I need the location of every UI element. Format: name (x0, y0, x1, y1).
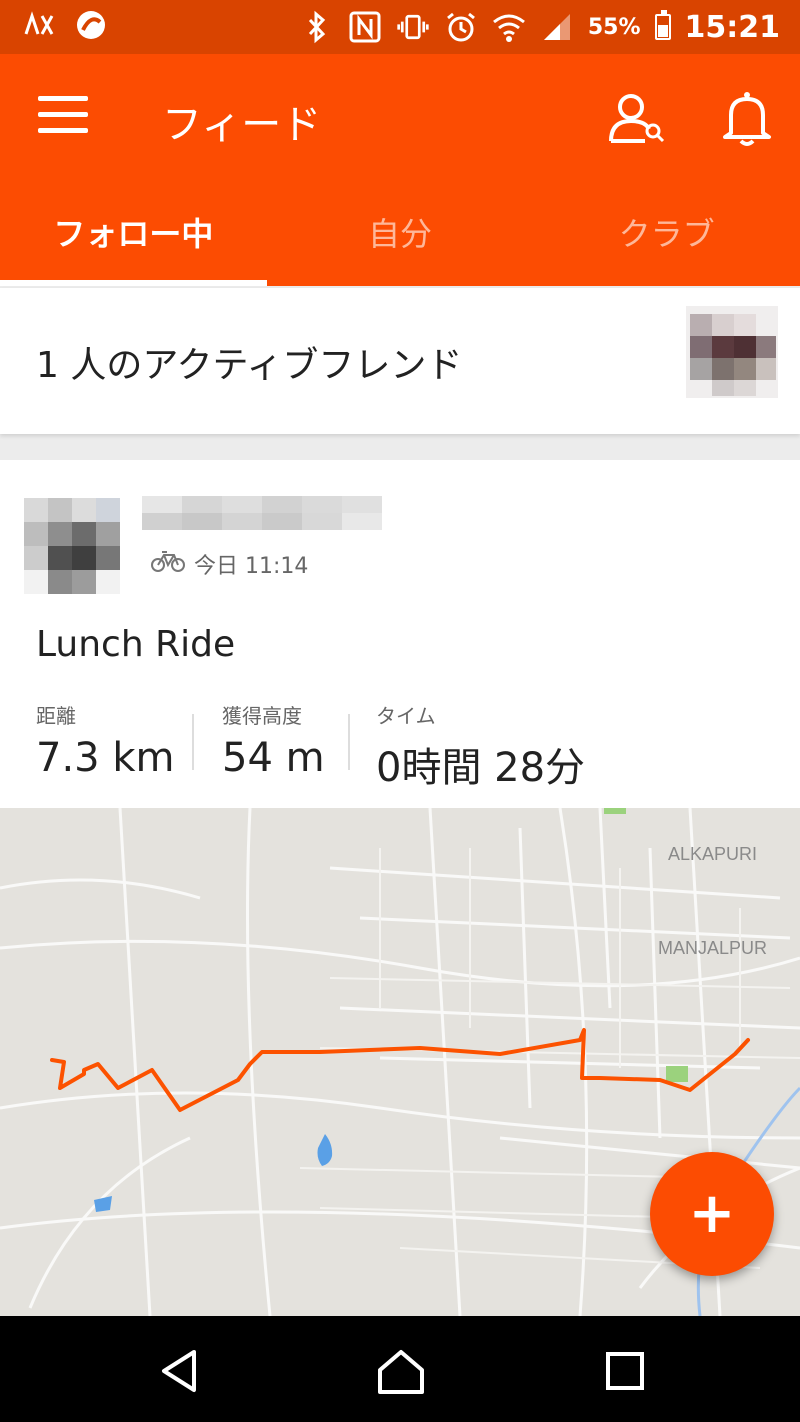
status-bar: 55% 15:21 (0, 0, 800, 54)
bell-icon[interactable] (714, 86, 780, 152)
tab-following[interactable]: フォロー中 (0, 194, 267, 286)
app-bar: フィード フォロー中 自分 クラブ (0, 54, 800, 286)
map-label-manjalpur: MANJALPUR (658, 938, 767, 958)
alarm-icon (444, 10, 478, 44)
page-title: フィード (162, 102, 322, 148)
recents-icon[interactable] (600, 1346, 650, 1396)
stat-value: 0時間 28分 (376, 745, 586, 791)
map-label-alkapuri: ALKAPURI (668, 844, 757, 864)
activity-time: 今日 11:14 (194, 554, 309, 579)
vibrate-icon (396, 10, 430, 44)
navigation-bar (0, 1316, 800, 1422)
tab-clubs[interactable]: クラブ (533, 194, 800, 286)
add-activity-button[interactable]: + (650, 1152, 774, 1276)
plus-icon: + (688, 1181, 736, 1246)
stat-time: タイム 0時間 28分 (376, 700, 585, 793)
stat-value: 7.3 km (36, 735, 175, 781)
nfc-icon (348, 10, 382, 44)
signal-icon (540, 10, 574, 44)
athlete-name-blurred (142, 496, 382, 530)
tab-me[interactable]: 自分 (267, 194, 534, 286)
battery-percent: 55% (587, 14, 641, 40)
stat-divider (348, 714, 350, 770)
stat-label: 獲得高度 (222, 704, 302, 728)
bike-icon (150, 549, 186, 579)
activity-meta: 今日 11:14 (150, 548, 308, 580)
menu-icon[interactable] (38, 96, 90, 136)
clock: 15:21 (684, 9, 781, 45)
stat-value: 54 m (222, 735, 325, 781)
active-tab-indicator (0, 280, 267, 286)
network-icon (22, 8, 56, 42)
activity-title[interactable]: Lunch Ride (36, 624, 235, 665)
tab-bar: フォロー中 自分 クラブ (0, 194, 800, 286)
search-people-icon[interactable] (604, 86, 670, 152)
bluetooth-icon (300, 10, 334, 44)
back-icon[interactable] (156, 1346, 206, 1396)
stat-divider (192, 714, 194, 770)
athlete-avatar[interactable] (24, 498, 120, 594)
battery-icon (654, 10, 671, 40)
active-friends-text: 1 人のアクティブフレンド (36, 345, 463, 386)
wifi-icon (492, 10, 526, 44)
stat-elevation: 獲得高度 54 m (222, 700, 325, 781)
friend-avatar[interactable] (686, 306, 778, 402)
stat-label: タイム (376, 704, 436, 728)
stat-distance: 距離 7.3 km (36, 700, 174, 781)
home-icon[interactable] (376, 1346, 426, 1396)
app-notification-icon (74, 8, 108, 42)
active-friends-card[interactable]: 1 人のアクティブフレンド (0, 288, 800, 434)
stat-label: 距離 (36, 704, 76, 728)
